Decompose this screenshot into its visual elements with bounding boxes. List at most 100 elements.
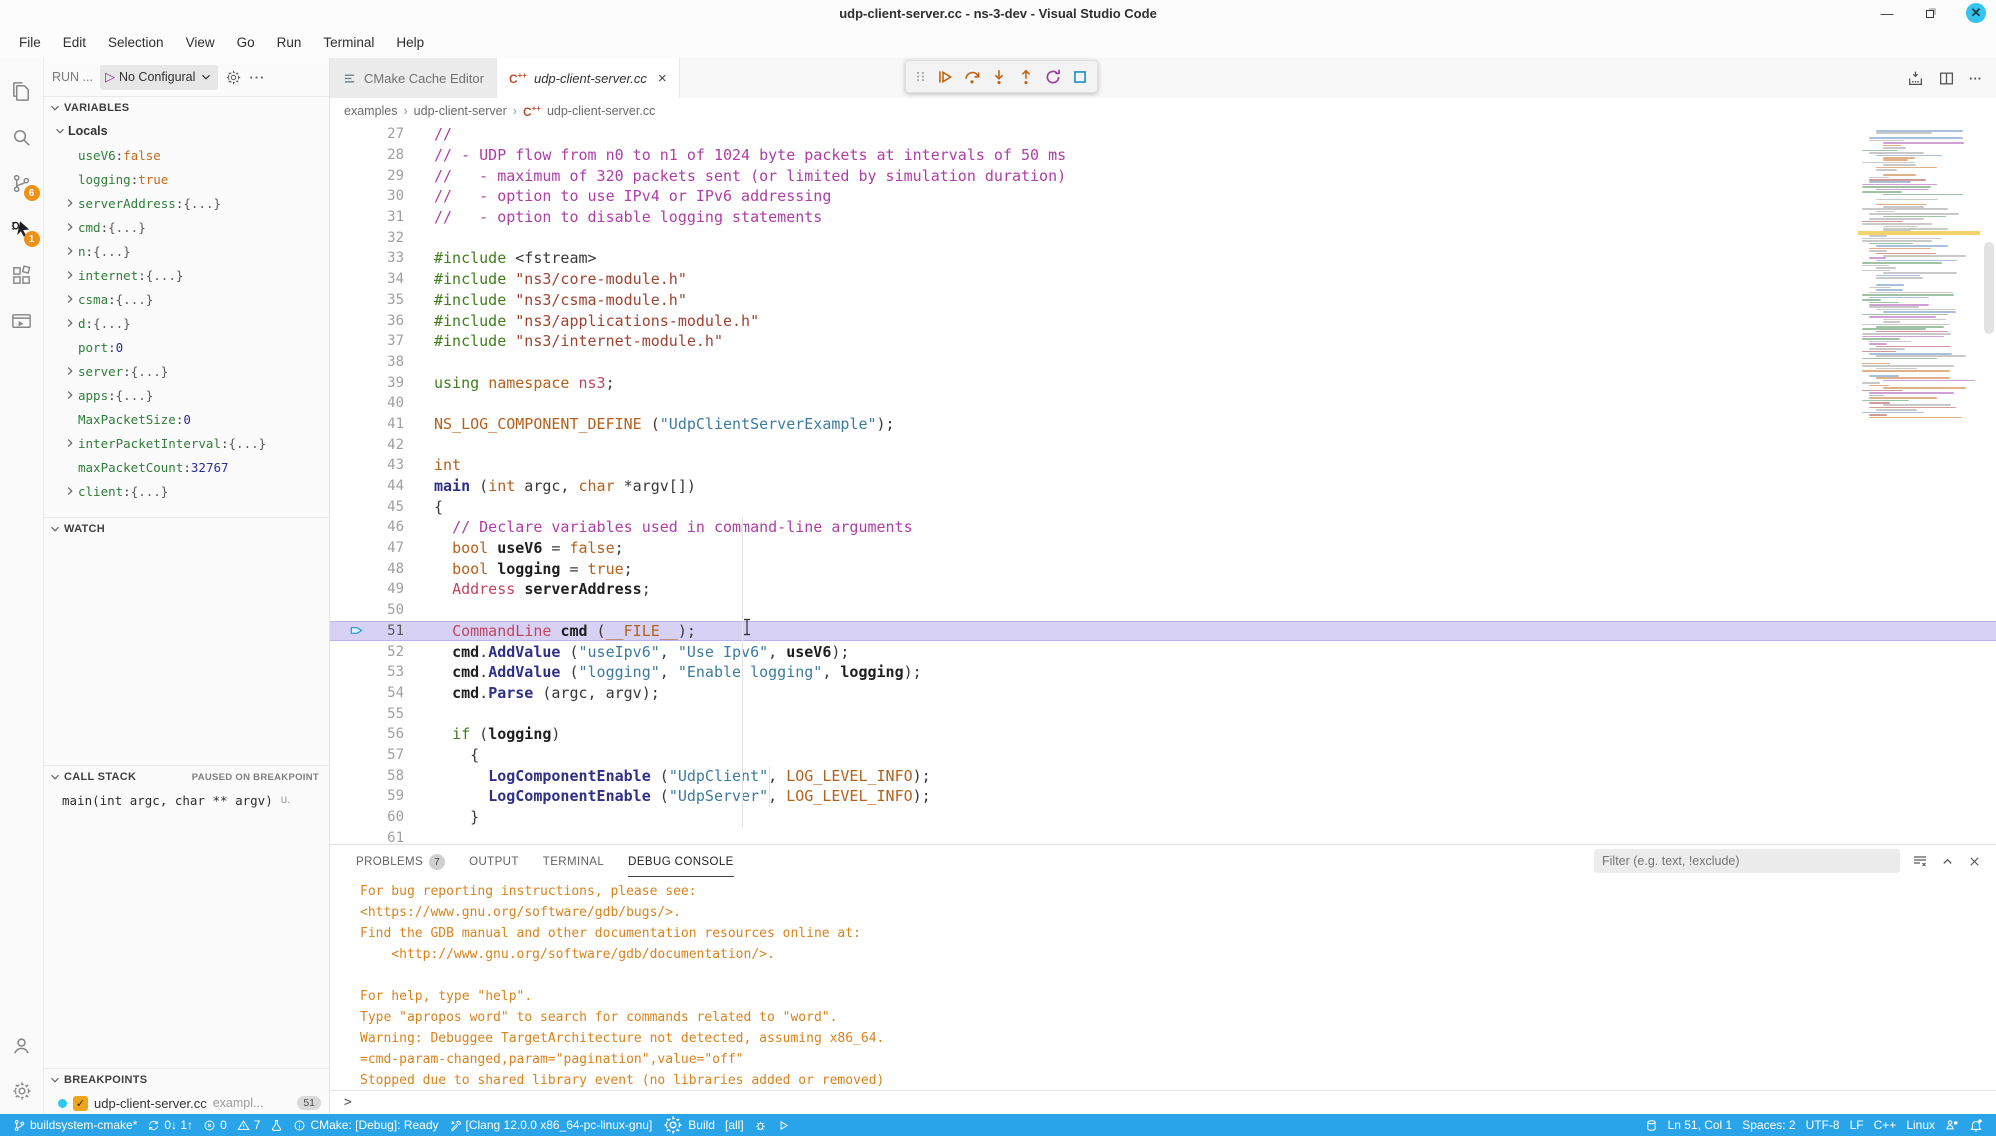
- activity-extensions[interactable]: [0, 252, 44, 298]
- breakpoint-checkbox[interactable]: ✓: [73, 1096, 88, 1111]
- variable-row-d[interactable]: d: {...}: [44, 311, 329, 335]
- variable-row-server[interactable]: server: {...}: [44, 359, 329, 383]
- panel-tab-problems[interactable]: PROBLEMS7: [356, 845, 445, 877]
- cmake-debug-button[interactable]: [749, 1119, 772, 1132]
- variable-row-useV6[interactable]: useV6: false: [44, 143, 329, 167]
- menu-item-run[interactable]: Run: [266, 30, 313, 55]
- code-editor[interactable]: 27//28// - UDP flow from n0 to n1 of 102…: [330, 124, 1996, 844]
- cursor-position[interactable]: Ln 51, Col 1: [1663, 1118, 1738, 1132]
- maximize-panel-icon[interactable]: [1940, 854, 1955, 869]
- language-mode[interactable]: C++: [1869, 1118, 1902, 1132]
- variable-row-interPacketInterval[interactable]: interPacketInterval: {...}: [44, 431, 329, 455]
- variable-row-maxPacketCount[interactable]: maxPacketCount: 32767: [44, 455, 329, 479]
- close-panel-icon[interactable]: [1967, 854, 1982, 869]
- activity-manage[interactable]: [0, 1068, 44, 1114]
- start-debug-icon[interactable]: ▷: [105, 69, 115, 85]
- activity-source-control[interactable]: 6: [0, 160, 44, 206]
- line-number: 50: [364, 602, 404, 618]
- notifications[interactable]: [1964, 1118, 1988, 1132]
- restore-button[interactable]: [1922, 4, 1940, 22]
- debug-configuration-dropdown[interactable]: ▷ No Configural: [100, 65, 218, 90]
- run-below-icon[interactable]: [1907, 70, 1924, 87]
- tab-cmake-cache-editor[interactable]: CMake Cache Editor: [330, 58, 497, 98]
- variable-row-serverAddress[interactable]: serverAddress: {...}: [44, 191, 329, 215]
- feedback[interactable]: [1940, 1118, 1964, 1132]
- variable-row-client[interactable]: client: {...}: [44, 479, 329, 503]
- panel-tab-terminal[interactable]: TERMINAL: [543, 845, 604, 877]
- activity-run-and-debug[interactable]: 1: [0, 206, 44, 252]
- breakpoint-row[interactable]: ✓ udp-client-server.cc exampl... 51: [44, 1091, 329, 1114]
- variables-header[interactable]: VARIABLES: [44, 97, 329, 119]
- restart-button[interactable]: [1044, 68, 1062, 86]
- menu-item-go[interactable]: Go: [226, 30, 266, 55]
- warnings-count[interactable]: 7: [232, 1118, 266, 1132]
- cmake-build-target[interactable]: [all]: [720, 1118, 749, 1132]
- menu-item-help[interactable]: Help: [385, 30, 435, 55]
- watch-header[interactable]: WATCH: [44, 518, 329, 540]
- variable-row-n[interactable]: n: {...}: [44, 239, 329, 263]
- cmake-run-button[interactable]: [772, 1119, 795, 1132]
- split-editor-icon[interactable]: [1938, 70, 1955, 87]
- editor-scrollbar[interactable]: [1984, 242, 1994, 334]
- remote-indicator[interactable]: [1640, 1119, 1663, 1132]
- variable-row-cmd[interactable]: cmd: {...}: [44, 215, 329, 239]
- sync-indicator[interactable]: 0↓ 1↑: [142, 1118, 198, 1132]
- close-icon[interactable]: ×: [658, 70, 667, 87]
- activity-account[interactable]: [0, 1022, 44, 1068]
- stop-button[interactable]: [1071, 68, 1089, 86]
- chevron-right-icon: [62, 364, 78, 378]
- clear-console-icon[interactable]: [1912, 853, 1928, 869]
- variable-row-apps[interactable]: apps: {...}: [44, 383, 329, 407]
- panel-tab-debug-console[interactable]: DEBUG CONSOLE: [628, 845, 734, 877]
- more-actions-icon[interactable]: ···: [1969, 71, 1982, 86]
- minimap-line: [1862, 351, 1896, 353]
- encoding[interactable]: UTF-8: [1801, 1118, 1845, 1132]
- code-text: //: [404, 125, 452, 143]
- step-into-button[interactable]: [990, 68, 1008, 86]
- variable-row-csma[interactable]: csma: {...}: [44, 287, 329, 311]
- minimap[interactable]: [1858, 126, 1980, 426]
- debug-settings-gear-icon[interactable]: [225, 69, 242, 86]
- debug-console[interactable]: Type "show configuration" for configurat…: [330, 877, 1996, 1090]
- chevron-right-icon: [62, 316, 78, 330]
- breadcrumb-item[interactable]: udp-client-server: [414, 104, 507, 118]
- activity-explorer[interactable]: [0, 68, 44, 114]
- continue-button[interactable]: [936, 68, 954, 86]
- close-button[interactable]: ✕: [1966, 3, 1986, 23]
- step-over-button[interactable]: [963, 68, 981, 86]
- platform[interactable]: Linux: [1901, 1118, 1940, 1132]
- eol[interactable]: LF: [1845, 1118, 1869, 1132]
- indentation[interactable]: Spaces: 2: [1737, 1118, 1800, 1132]
- console-filter-input[interactable]: [1594, 849, 1900, 873]
- cmake-status[interactable]: CMake: [Debug]: Ready: [288, 1118, 443, 1132]
- breadcrumb-item[interactable]: examples: [344, 104, 398, 118]
- cmake-test-button[interactable]: [265, 1119, 288, 1132]
- minimap-line: [1876, 211, 1895, 213]
- cmake-kit[interactable]: [Clang 12.0.0 x86_64-pc-linux-gnu]: [444, 1118, 658, 1132]
- errors-count[interactable]: 0: [198, 1118, 232, 1132]
- debug-console-input[interactable]: >: [330, 1090, 1996, 1114]
- step-out-button[interactable]: [1017, 68, 1035, 86]
- activity-preview-panel[interactable]: [0, 298, 44, 344]
- tab-udp-client-server-cc[interactable]: C++udp-client-server.cc×: [497, 58, 680, 98]
- stack-frame-row[interactable]: main(int argc, char ** argv) u.: [44, 788, 329, 812]
- breadcrumb-item[interactable]: udp-client-server.cc: [547, 104, 655, 118]
- cmake-build-button[interactable]: Build: [657, 1114, 720, 1136]
- variable-row-port[interactable]: port: 0: [44, 335, 329, 359]
- call-stack-header[interactable]: CALL STACK PAUSED ON BREAKPOINT: [44, 766, 329, 788]
- variable-row-logging[interactable]: logging: true: [44, 167, 329, 191]
- menu-item-terminal[interactable]: Terminal: [312, 30, 385, 55]
- breakpoints-header[interactable]: BREAKPOINTS: [44, 1069, 329, 1091]
- menu-item-edit[interactable]: Edit: [52, 30, 97, 55]
- minimize-button[interactable]: —: [1878, 4, 1896, 22]
- branch-indicator[interactable]: buildsystem-cmake*: [8, 1118, 142, 1132]
- variable-row-MaxPacketSize[interactable]: MaxPacketSize: 0: [44, 407, 329, 431]
- menu-item-selection[interactable]: Selection: [97, 30, 175, 55]
- more-actions-icon[interactable]: ···: [249, 70, 265, 85]
- menu-item-view[interactable]: View: [175, 30, 226, 55]
- menu-item-file[interactable]: File: [8, 30, 52, 55]
- panel-tab-output[interactable]: OUTPUT: [469, 845, 519, 877]
- activity-search[interactable]: [0, 114, 44, 160]
- locals-scope-row[interactable]: Locals: [44, 119, 329, 143]
- variable-row-internet[interactable]: internet: {...}: [44, 263, 329, 287]
